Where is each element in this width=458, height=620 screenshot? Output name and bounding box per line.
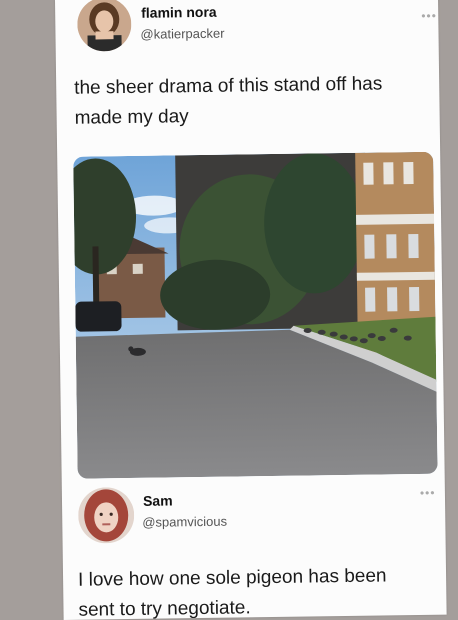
- author-name[interactable]: Sam: [143, 492, 173, 508]
- author-handle[interactable]: @spamvicious: [142, 514, 227, 530]
- author-handle[interactable]: @katierpacker: [140, 26, 224, 42]
- tweet-text-line: the sheer drama of this stand off has: [74, 73, 383, 99]
- author-name[interactable]: flamin nora: [141, 4, 217, 21]
- ellipsis-icon[interactable]: •••: [420, 486, 436, 500]
- tweet-photo[interactable]: [73, 151, 438, 479]
- tweet-screenshot-card: flamin nora @katierpacker ••• the sheer …: [55, 0, 447, 620]
- tweet-text-line: made my day: [74, 106, 189, 129]
- reply-text-line: sent to try negotiate.: [78, 597, 251, 620]
- photo-pigeon-standoff: [73, 151, 438, 479]
- avatar[interactable]: [77, 486, 135, 544]
- avatar[interactable]: [76, 0, 132, 52]
- ellipsis-icon[interactable]: •••: [421, 9, 437, 23]
